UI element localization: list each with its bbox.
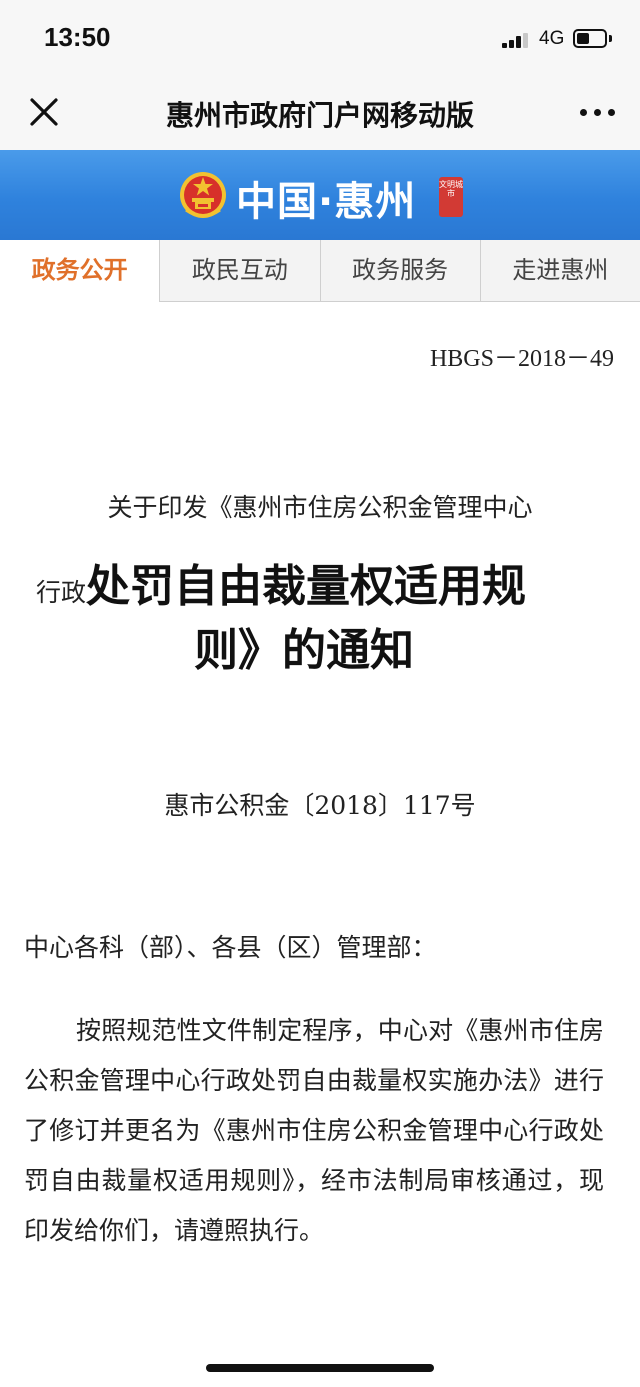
main-tabs: 政务公开 政民互动 政务服务 走进惠州 bbox=[0, 240, 640, 302]
brand-logo-text: 中国·惠州 bbox=[236, 179, 417, 225]
tab-gov-services[interactable]: 政务服务 bbox=[319, 240, 480, 301]
document-title-main-line2: 则》的通知 bbox=[194, 625, 414, 676]
national-emblem-icon bbox=[180, 172, 226, 218]
tab-gov-affairs-open[interactable]: 政务公开 bbox=[0, 240, 160, 302]
battery-tip bbox=[609, 35, 612, 42]
signal-bar bbox=[516, 36, 521, 48]
status-time: 13:50 bbox=[44, 22, 111, 52]
document-title-main-line1: 处罚自由裁量权适用规 bbox=[86, 561, 527, 612]
battery-icon bbox=[573, 29, 607, 48]
civilized-city-seal: 文明城市 bbox=[439, 177, 463, 217]
signal-icon bbox=[502, 32, 532, 48]
site-banner: 中国·惠州 文明城市 bbox=[0, 150, 640, 240]
nav-bar: 惠州市政府门户网移动版 bbox=[0, 78, 640, 150]
status-bar: 13:50 4G bbox=[0, 0, 640, 78]
tab-gov-public-interaction[interactable]: 政民互动 bbox=[159, 240, 320, 301]
network-label: 4G bbox=[539, 28, 565, 49]
document-code: HBGS－2018－49 bbox=[429, 346, 614, 372]
signal-bar bbox=[523, 32, 528, 48]
document-title-prefix: 行政 bbox=[36, 578, 87, 607]
more-button[interactable] bbox=[578, 100, 618, 124]
battery-level bbox=[577, 33, 589, 44]
more-icon bbox=[580, 109, 587, 116]
page-title: 惠州市政府门户网移动版 bbox=[165, 99, 474, 132]
more-icon-dot bbox=[608, 109, 615, 116]
document-number: 惠市公积金〔2018〕117号 bbox=[164, 791, 476, 820]
more-icon-dot bbox=[594, 109, 601, 116]
home-indicator[interactable] bbox=[206, 1364, 434, 1372]
document-body: 按照规范性文件制定程序，中心对《惠州市住房公积金管理中心行政处罚自由裁量权实施办… bbox=[24, 1016, 604, 1245]
document-salutation: 中心各科（部）、各县（区）管理部： bbox=[24, 933, 437, 962]
signal-bar bbox=[509, 39, 514, 48]
tab-about-huizhou[interactable]: 走进惠州 bbox=[479, 240, 640, 301]
document-title-line1: 关于印发《惠州市住房公积金管理中心 bbox=[107, 493, 533, 522]
document-title-main: 行政处罚自由裁量权适用规 则》的通知 bbox=[36, 558, 616, 680]
signal-bar bbox=[502, 43, 507, 48]
